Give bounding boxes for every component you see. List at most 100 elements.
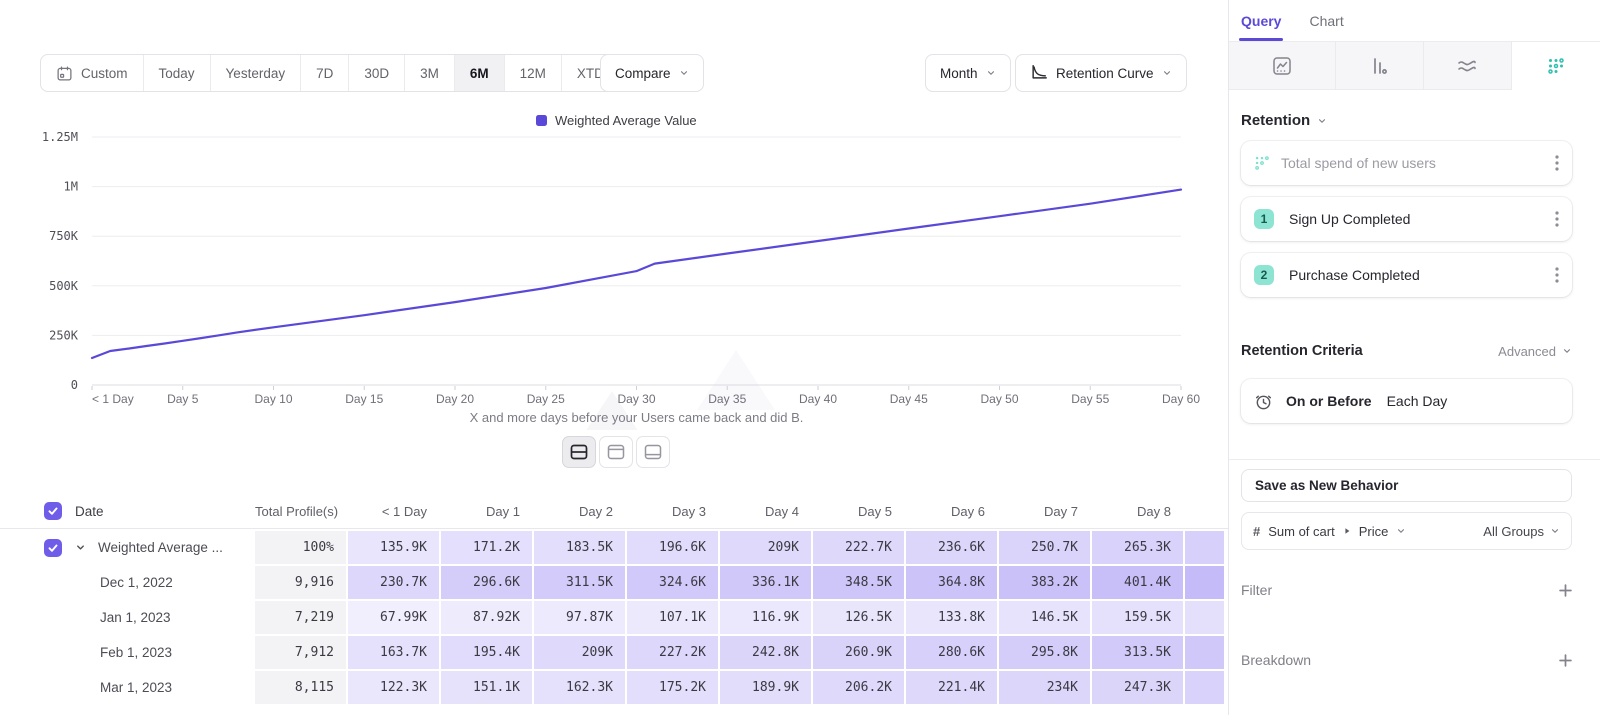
retention-table: DateTotal Profile(s)< 1 DayDay 1Day 2Day… <box>0 494 1228 704</box>
criteria-mode-label: Advanced <box>1498 344 1556 359</box>
x-tick-label: Day 35 <box>708 392 746 406</box>
retention-value-cell: 221.4K <box>906 671 997 704</box>
measurement-property: Price <box>1359 524 1389 539</box>
chevron-down-icon[interactable] <box>75 542 86 553</box>
y-tick-label: 250K <box>49 328 79 342</box>
retention-section-dropdown[interactable]: Retention <box>1241 112 1572 129</box>
chevron-down-icon <box>1562 346 1572 356</box>
criteria-condition: On or Before <box>1286 393 1372 409</box>
range-7d[interactable]: 7D <box>301 55 349 91</box>
column-header[interactable]: Day 8 <box>1092 504 1183 519</box>
criteria-card[interactable]: On or Before Each Day <box>1241 379 1572 423</box>
column-header[interactable]: Total Profile(s) <box>255 504 346 519</box>
select-all-checkbox[interactable] <box>44 502 62 520</box>
behavior-card[interactable]: Total spend of new users <box>1241 141 1572 185</box>
retention-value-cell: 206.2K <box>813 671 904 704</box>
x-axis-caption: X and more days before your Users came b… <box>92 410 1181 425</box>
granularity-button[interactable]: Month <box>925 54 1011 92</box>
retention-value-cell: 336.1K <box>720 566 811 599</box>
retention-value-cell: 348.5K <box>813 566 904 599</box>
column-header[interactable]: Day 5 <box>813 504 904 519</box>
range-12m[interactable]: 12M <box>505 55 562 91</box>
step-card-2[interactable]: 2 Purchase Completed <box>1241 253 1572 297</box>
retention-value-cell: 296.6K <box>441 566 532 599</box>
retention-value-cell: 230.7K <box>348 566 439 599</box>
tab-query[interactable]: Query <box>1241 13 1281 41</box>
retention-value-cell: 311.5K <box>534 566 625 599</box>
range-today[interactable]: Today <box>144 55 211 91</box>
column-header[interactable]: Day 1 <box>441 504 532 519</box>
table-row: Feb 1, 20237,912163.7K195.4K209K227.2K24… <box>0 636 1228 669</box>
step-card-1[interactable]: 1 Sign Up Completed <box>1241 197 1572 241</box>
column-header[interactable]: Day 2 <box>534 504 625 519</box>
chevron-down-icon <box>679 68 689 78</box>
save-as-new-behavior-button[interactable]: Save as New Behavior <box>1241 469 1572 502</box>
x-tick-label: Day 25 <box>527 392 565 406</box>
row-label: Jan 1, 2023 <box>100 610 171 625</box>
behavior-title: Total spend of new users <box>1281 155 1436 171</box>
flows-icon[interactable] <box>1424 42 1512 90</box>
retention-value-cell: 265.3K <box>1092 531 1183 564</box>
tab-chart[interactable]: Chart <box>1309 13 1343 41</box>
retention-value-cell: 260.9K <box>813 636 904 669</box>
step-event-label: Sign Up Completed <box>1289 211 1410 227</box>
retention-value-cell: 171.2K <box>441 531 532 564</box>
add-filter-button[interactable] <box>1559 584 1572 597</box>
retention-icon[interactable] <box>1512 42 1600 90</box>
row-checkbox[interactable] <box>44 539 62 557</box>
column-header[interactable]: Day 6 <box>906 504 997 519</box>
retention-value-cell: 209K <box>720 531 811 564</box>
retention-value-cell: 97.87K <box>534 601 625 634</box>
chart-type-button[interactable]: Retention Curve <box>1015 54 1187 92</box>
kebab-menu-icon[interactable] <box>1555 155 1559 171</box>
add-breakdown-button[interactable] <box>1559 654 1572 667</box>
divider <box>0 528 1228 529</box>
breakdown-label: Breakdown <box>1241 652 1311 668</box>
range-6m[interactable]: 6M <box>455 55 505 91</box>
retention-value-cell: 146.5K <box>999 601 1090 634</box>
retention-value-cell: 87.92K <box>441 601 532 634</box>
groups-dropdown[interactable]: All Groups <box>1483 524 1560 539</box>
breakdown-section[interactable]: Breakdown <box>1241 652 1572 668</box>
criteria-mode-dropdown[interactable]: Advanced <box>1498 344 1572 359</box>
range-3m[interactable]: 3M <box>405 55 455 91</box>
column-header[interactable]: Day 7 <box>999 504 1090 519</box>
column-header[interactable]: Day 3 <box>627 504 718 519</box>
layout-chart-only-button[interactable] <box>599 436 633 468</box>
kebab-menu-icon[interactable] <box>1555 267 1559 283</box>
retention-value-cell: 383.2K <box>999 566 1090 599</box>
insights-icon[interactable] <box>1229 42 1336 90</box>
retention-value-cell: 295.8K <box>999 636 1090 669</box>
range-custom[interactable]: Custom <box>41 55 144 91</box>
layout-split-view-button[interactable] <box>562 436 596 468</box>
groups-label: All Groups <box>1483 524 1544 539</box>
compare-button[interactable]: Compare <box>600 54 704 92</box>
layout-toggle-group <box>562 436 670 468</box>
measurement-selector[interactable]: # Sum of cart Price All Groups <box>1241 512 1572 550</box>
column-header[interactable]: < 1 Day <box>348 504 439 519</box>
retention-value-cell: 313.5K <box>1092 636 1183 669</box>
filter-section[interactable]: Filter <box>1241 582 1572 598</box>
table-row: Dec 1, 20229,916230.7K296.6K311.5K324.6K… <box>0 566 1228 599</box>
funnels-icon[interactable] <box>1336 42 1424 90</box>
measurement-event: Sum of cart <box>1268 524 1334 539</box>
retention-value-cell-partial <box>1185 566 1224 599</box>
retention-value-cell: 234K <box>999 671 1090 704</box>
layout-table-only-button[interactable] <box>636 436 670 468</box>
range-yesterday[interactable]: Yesterday <box>211 55 302 91</box>
table-row: Weighted Average ...100%135.9K171.2K183.… <box>0 531 1228 564</box>
x-tick-label: Day 5 <box>167 392 199 406</box>
retention-value-cell: 126.5K <box>813 601 904 634</box>
kebab-menu-icon[interactable] <box>1555 211 1559 227</box>
filter-label: Filter <box>1241 582 1272 598</box>
total-profiles-cell: 7,219 <box>255 601 346 634</box>
report-canvas: CustomTodayYesterday7D30D3M6M12MXTD Comp… <box>0 0 1228 715</box>
range-30d[interactable]: 30D <box>349 55 405 91</box>
y-tick-label: 1M <box>64 180 78 194</box>
chevron-down-icon <box>1162 68 1172 78</box>
total-profiles-cell: 8,115 <box>255 671 346 704</box>
retention-value-cell: 133.8K <box>906 601 997 634</box>
granularity-label: Month <box>940 66 978 81</box>
retention-value-cell: 242.8K <box>720 636 811 669</box>
column-header[interactable]: Day 4 <box>720 504 811 519</box>
